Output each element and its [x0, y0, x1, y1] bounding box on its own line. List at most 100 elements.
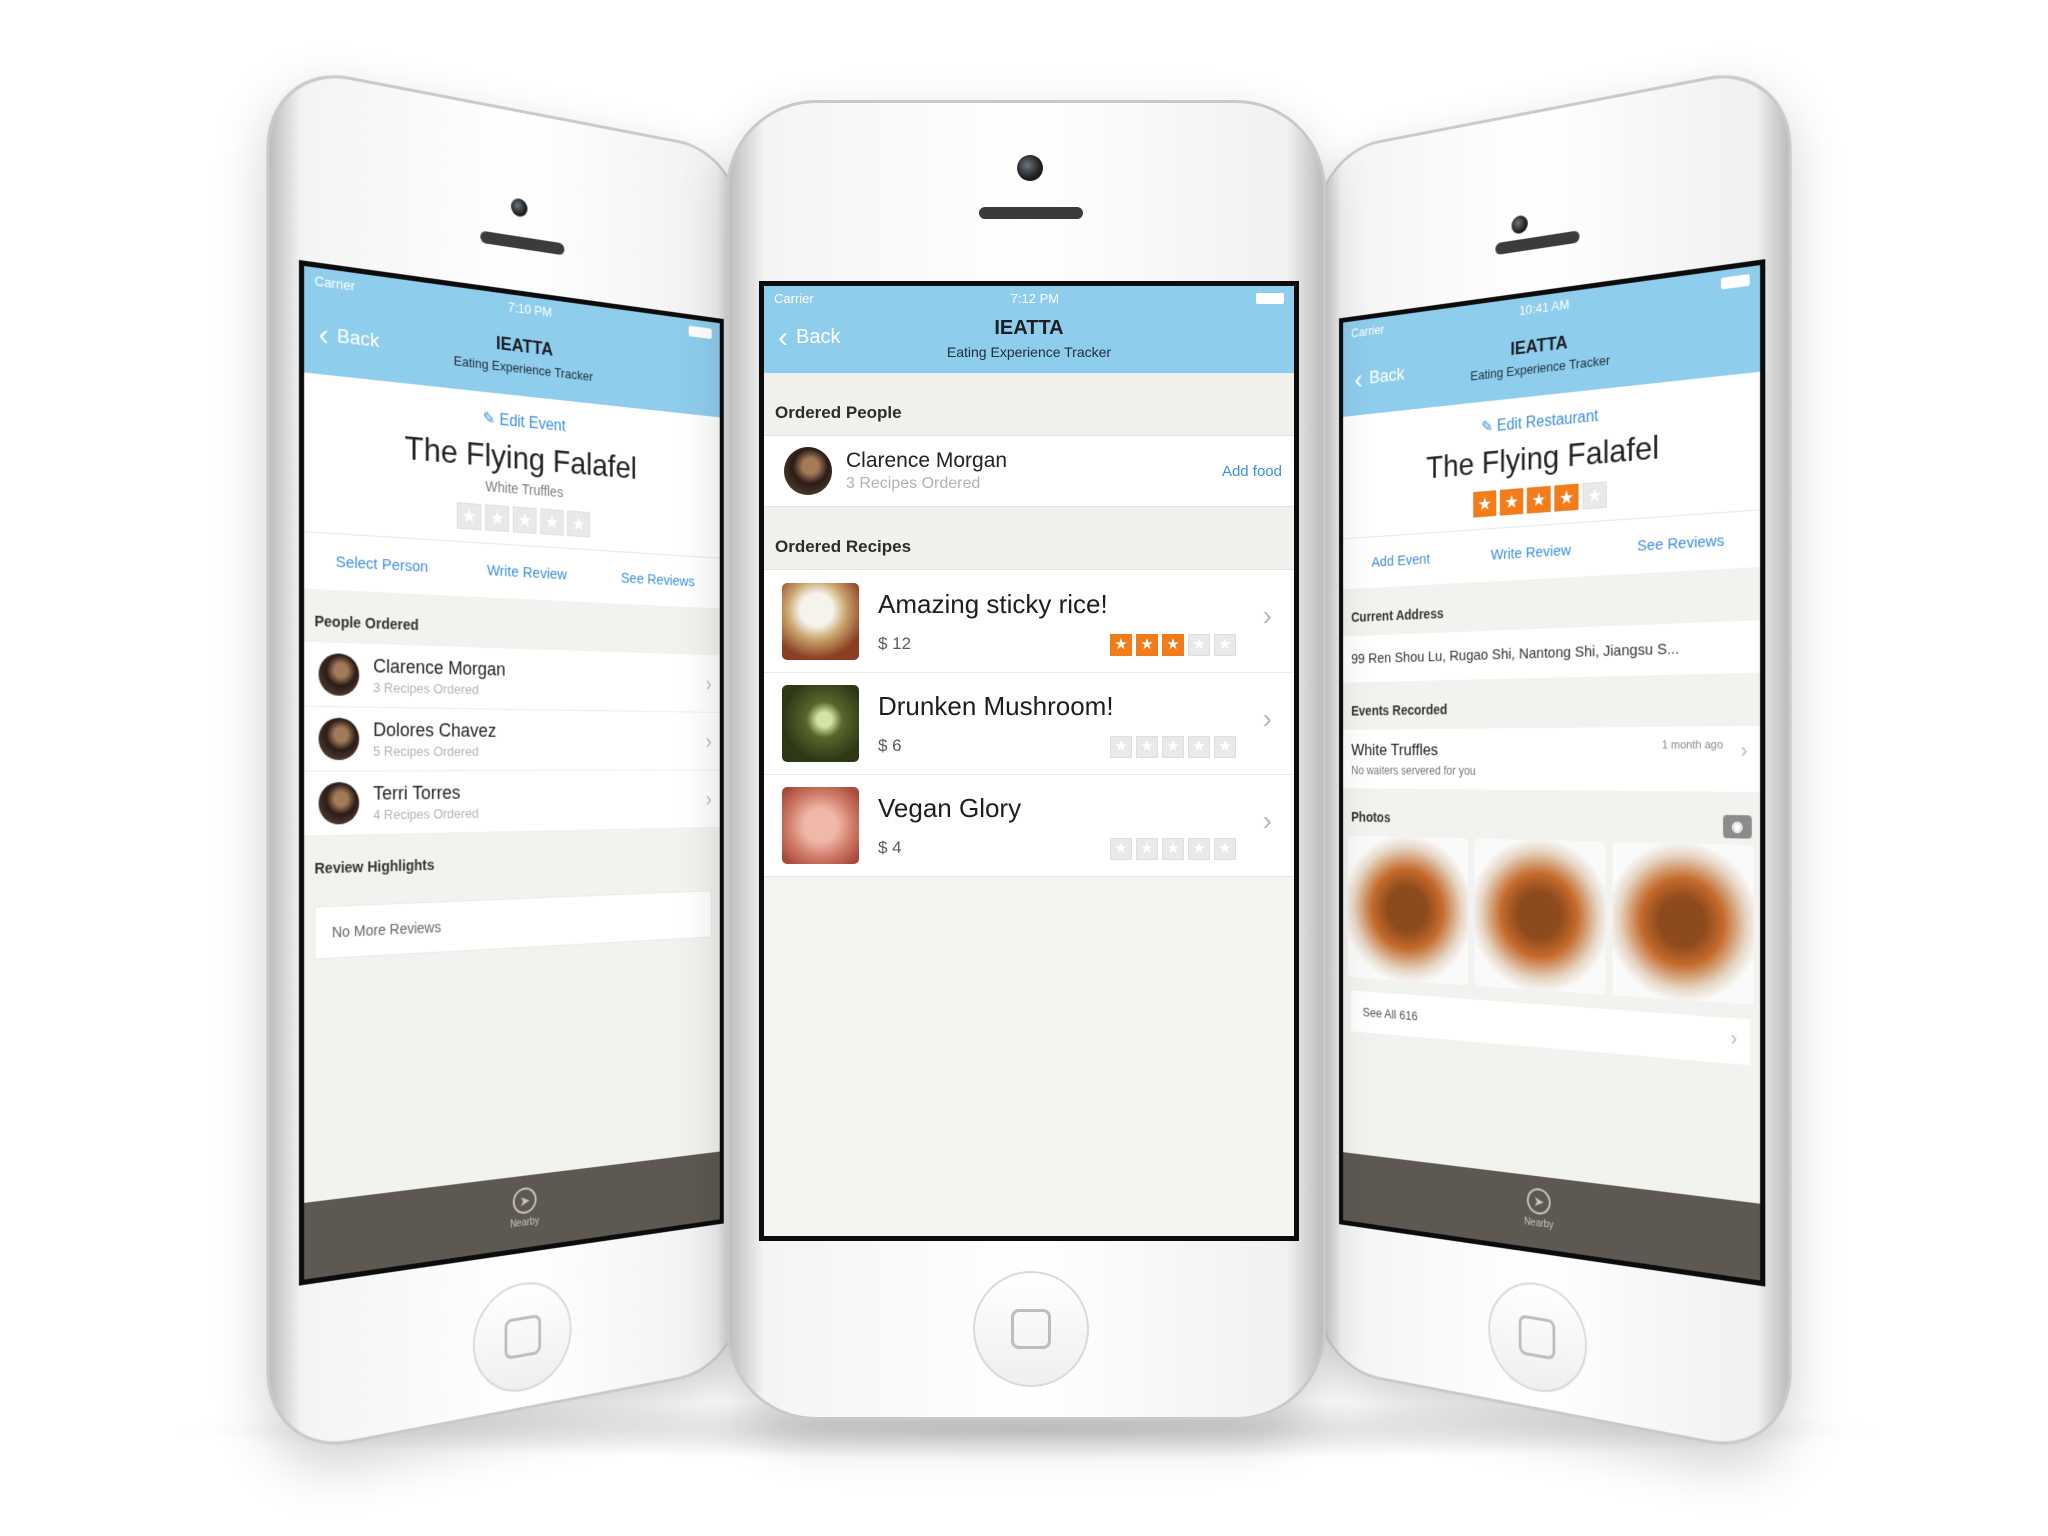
earpiece-speaker [1495, 230, 1580, 256]
select-person-button[interactable]: Select Person [336, 553, 429, 576]
battery-icon [688, 325, 712, 339]
list-item[interactable]: Terri Torres 4 Recipes Ordered › [304, 770, 720, 837]
event-time: 1 month ago [1661, 738, 1724, 752]
person-name: Clarence Morgan [846, 449, 1008, 472]
left-phone-screen: Carrier 7:10 PM ‹ Back IEATTA Eating Expe… [298, 259, 724, 1286]
person-sub: 4 Recipes Ordered [373, 805, 479, 823]
list-item[interactable]: Clarence Morgan 3 Recipes Ordered › [304, 641, 720, 713]
star-icon: ★ [1214, 634, 1236, 656]
avatar [318, 717, 360, 760]
event-sub: No waiters servered for you [1351, 763, 1476, 778]
front-camera-icon [1017, 155, 1043, 181]
star-icon: ★ [485, 504, 510, 533]
home-button [1488, 1275, 1588, 1401]
star-icon: ★ [1499, 488, 1524, 516]
person-sub: 3 Recipes Ordered [373, 679, 479, 698]
star-icon: ★ [512, 506, 537, 534]
food-photo[interactable] [1475, 838, 1605, 995]
write-review-button[interactable]: Write Review [487, 562, 567, 583]
tab-nearby[interactable]: Nearby [510, 1216, 539, 1231]
center-phone: Carrier 7:12 PM ‹ Back IEATTA Eating Expe… [726, 100, 1326, 1420]
chevron-right-icon: › [1262, 703, 1272, 734]
star-icon: ★ [1162, 736, 1184, 758]
star-icon: ★ [1214, 838, 1236, 860]
chevron-right-icon: › [1730, 1026, 1738, 1051]
person-name: Clarence Morgan [373, 655, 506, 680]
right-phone-screen: Carrier 10:41 AM ‹ Back IEATTA Eating Exp… [1339, 259, 1766, 1287]
nav-title: IEATTA Eating Experience Tracker [764, 317, 1294, 360]
star-icon: ★ [1526, 485, 1551, 514]
star-icon: ★ [1214, 736, 1236, 758]
star-icon: ★ [1162, 634, 1184, 656]
ordered-person-row[interactable]: Clarence Morgan 3 Recipes Ordered Add fo… [764, 435, 1294, 507]
recipe-list: Amazing sticky rice! $ 12 ★ ★ ★ ★ ★ › Drunken… [764, 569, 1294, 877]
app-subtitle: Eating Experience Tracker [946, 344, 1112, 360]
star-icon: ★ [1473, 490, 1497, 518]
carrier-label: Carrier [314, 272, 355, 294]
see-reviews-button[interactable]: See Reviews [621, 570, 695, 590]
star-icon: ★ [1162, 838, 1184, 860]
event-row[interactable]: White Truffles No waiters servered for y… [1343, 725, 1761, 792]
battery-icon [1721, 273, 1750, 289]
camera-icon[interactable]: ◉ [1723, 814, 1752, 839]
photo-strip [1343, 835, 1760, 1005]
app-title: IEATTA [994, 317, 1064, 339]
avatar [318, 782, 360, 825]
recipe-title: Amazing sticky rice! [878, 588, 1108, 619]
star-icon: ★ [1554, 483, 1579, 512]
section-header: Events Recorded [1351, 701, 1448, 719]
recipe-row[interactable]: Amazing sticky rice! $ 12 ★ ★ ★ ★ ★ › [764, 570, 1294, 672]
person-name: Terri Torres [373, 782, 461, 804]
edit-restaurant-label: Edit Restaurant [1496, 407, 1599, 435]
earpiece-speaker [979, 207, 1083, 219]
star-icon: ★ [1110, 634, 1132, 656]
compass-icon[interactable]: ➤ [512, 1186, 537, 1216]
food-photo[interactable] [1347, 835, 1468, 986]
carrier-label: Carrier [1351, 321, 1384, 340]
tab-nearby[interactable]: Nearby [1524, 1216, 1554, 1231]
left-phone: Carrier 7:10 PM ‹ Back IEATTA Eating Expe… [266, 60, 744, 1460]
add-food-button[interactable]: Add food [1222, 463, 1282, 480]
list-item[interactable]: Dolores Chavez 5 Recipes Ordered › [304, 706, 720, 772]
ordered-recipes-screen: Carrier 7:12 PM ‹ Back IEATTA Eating Expe… [764, 286, 1294, 1236]
avatar [318, 652, 360, 697]
star-icon: ★ [540, 508, 564, 536]
compass-icon[interactable]: ➤ [1526, 1186, 1551, 1216]
photos-header: Photos ◉ [1343, 788, 1760, 845]
star-icon: ★ [1136, 736, 1158, 758]
recipe-title: Drunken Mushroom! [878, 691, 1114, 721]
food-photo[interactable] [1612, 841, 1754, 1005]
star-icon: ★ [456, 502, 482, 531]
home-button [973, 1271, 1089, 1387]
star-icon: ★ [1188, 634, 1210, 656]
tab-bar: ➤ Nearby [1343, 1152, 1761, 1281]
star-icon: ★ [1110, 838, 1132, 860]
nav-bar: Carrier 7:12 PM ‹ Back IEATTA Eating Expe… [764, 286, 1294, 373]
event-detail-screen: Carrier 7:10 PM ‹ Back IEATTA Eating Expe… [304, 265, 720, 1280]
rating-stars: ★ ★ ★ ★ ★ [1106, 838, 1236, 860]
chevron-right-icon: › [1262, 805, 1272, 836]
battery-icon [1256, 292, 1284, 304]
status-time: 7:10 PM [507, 298, 552, 320]
recipe-row[interactable]: Vegan Glory $ 4 ★ ★ ★ ★ ★ › [764, 774, 1294, 876]
front-camera-icon [1511, 214, 1528, 235]
add-event-button[interactable]: Add Event [1372, 551, 1430, 571]
chevron-right-icon: › [705, 787, 712, 812]
photos-label: Photos [1351, 809, 1391, 826]
front-camera-icon [511, 197, 528, 218]
see-all-label: See All 616 [1362, 1004, 1418, 1024]
status-time: 7:12 PM [1010, 290, 1060, 306]
see-reviews-button[interactable]: See Reviews [1637, 532, 1724, 555]
recipe-row[interactable]: Drunken Mushroom! $ 6 ★ ★ ★ ★ ★ › [764, 672, 1294, 774]
write-review-button[interactable]: Write Review [1491, 542, 1571, 564]
tab-bar: ➤ Nearby [304, 1151, 720, 1280]
section-header: Ordered People [764, 373, 1294, 435]
star-icon: ★ [567, 510, 591, 538]
see-all-photos-button[interactable]: See All 616 › [1351, 990, 1750, 1066]
recipe-thumbnail [782, 787, 859, 864]
chevron-right-icon: › [705, 672, 712, 696]
person-sub: 5 Recipes Ordered [373, 743, 479, 759]
star-icon: ★ [1136, 634, 1158, 656]
avatar [784, 447, 832, 495]
status-bar: Carrier 7:12 PM [764, 286, 1294, 310]
